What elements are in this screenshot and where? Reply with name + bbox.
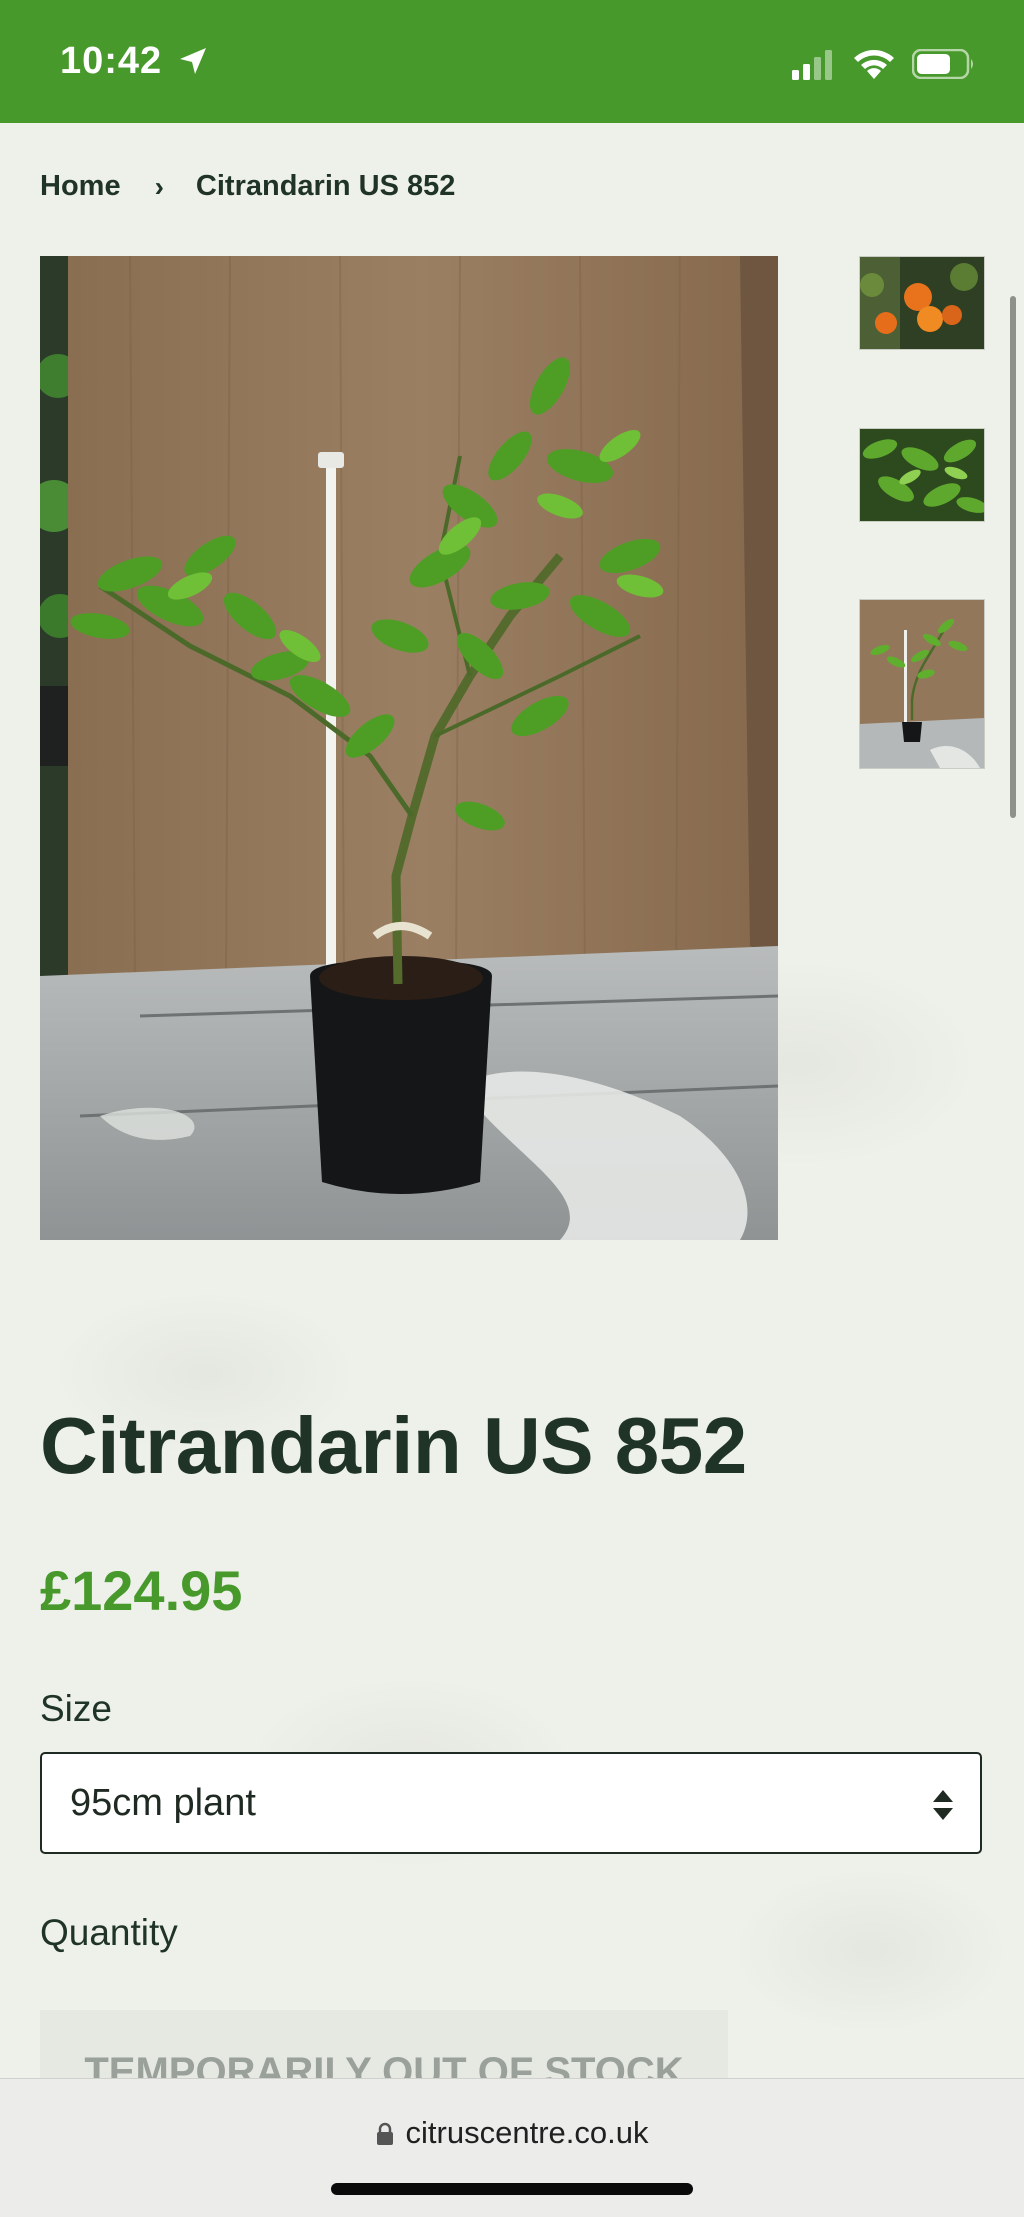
product-price: £124.95 [40,1559,243,1622]
size-select[interactable]: 95cm plant [40,1752,982,1854]
thumbnail-potted-plant[interactable] [859,599,985,769]
plant-photo [40,256,778,1240]
home-indicator[interactable] [331,2183,693,2195]
potted-plant-photo [860,600,984,768]
thumbnail-oranges[interactable] [859,256,985,350]
size-selected-value: 95cm plant [70,1782,256,1824]
size-label: Size [40,1688,112,1729]
battery-icon [912,49,973,79]
thumbnail-foliage[interactable] [859,428,985,522]
status-time: 10:42 [60,40,163,82]
foliage-photo [860,429,984,521]
browser-address-bar: citruscentre.co.uk [0,2078,1024,2217]
location-arrow-icon [180,48,206,74]
status-bar: 10:42 [0,0,1024,123]
cellular-signal-icon [792,50,832,80]
breadcrumb-current: Citrandarin US 852 [195,170,456,202]
url-text: citruscentre.co.uk [405,2115,649,2150]
product-title: Citrandarin US 852 [40,1401,747,1490]
select-updown-arrows-icon [933,1790,953,1820]
wifi-icon [854,50,894,79]
breadcrumb: Home › Citrandarin US 852 [40,170,455,203]
main-product-image[interactable] [40,256,778,1240]
quantity-label: Quantity [40,1912,178,1953]
breadcrumb-separator: › [154,170,164,202]
lock-icon [376,2122,393,2145]
oranges-photo [860,257,984,349]
breadcrumb-home-link[interactable]: Home [40,170,121,203]
url-field[interactable]: citruscentre.co.uk [0,2115,1024,2151]
gallery-scrollbar[interactable] [1010,296,1016,818]
